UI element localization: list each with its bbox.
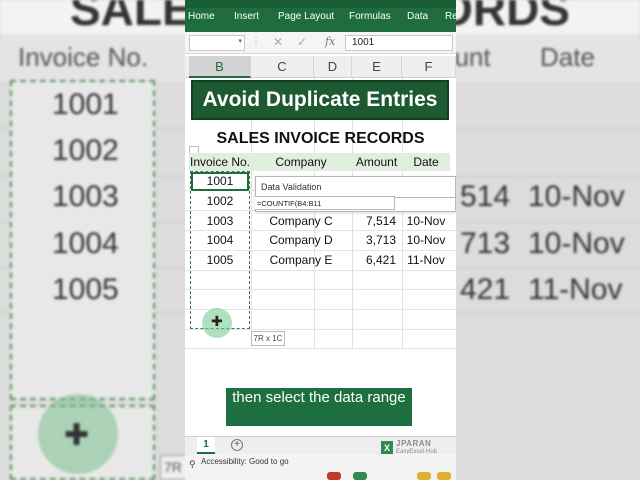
accessibility-status[interactable]: Accessibility: Good to go — [201, 457, 289, 466]
enter-check-icon[interactable]: ✓ — [297, 35, 307, 49]
table-cell-amount[interactable]: 7,514 — [351, 212, 402, 231]
header-amount: Amount — [351, 153, 402, 171]
cross-cursor-icon: ✚ — [211, 313, 223, 329]
subtitle-caption: then select the data range — [226, 388, 412, 426]
bg-header-invoice: Invoice No. — [18, 42, 149, 72]
tab-formulas[interactable]: Formulas — [349, 11, 391, 22]
taskbar-app-icon[interactable] — [437, 472, 451, 480]
table-cell-company[interactable]: Company E — [251, 251, 351, 270]
column-header-e[interactable]: E — [352, 56, 402, 78]
table-cell-amount[interactable]: 3,713 — [351, 231, 402, 250]
taskbar — [185, 470, 456, 480]
column-header-c[interactable]: C — [251, 56, 314, 78]
more-dots-icon: ⋮ — [251, 36, 261, 47]
excel-logo-icon: X — [381, 441, 393, 455]
table-cell-amount[interactable]: 6,421 — [351, 251, 402, 270]
title-banner: Avoid Duplicate Entries — [191, 80, 449, 120]
sheet-title: SALES INVOICE RECORDS — [216, 130, 425, 147]
bg-amount: 713 — [460, 227, 511, 260]
add-sheet-icon[interactable]: + — [231, 439, 243, 451]
bg-amount: 421 — [460, 273, 511, 306]
formula-bar: ▾ ⋮ ✕ ✓ fx 1001 — [185, 32, 456, 54]
column-header-b[interactable]: B — [189, 56, 251, 78]
tab-insert[interactable]: Insert — [234, 11, 259, 22]
chevron-down-icon[interactable]: ▾ — [238, 37, 242, 45]
table-cell-company[interactable]: Company D — [251, 231, 351, 250]
name-box[interactable]: ▾ — [189, 35, 245, 51]
ribbon: Home Insert Page Layout Formulas Data Re — [185, 0, 456, 32]
tab-home[interactable]: Home — [188, 11, 215, 22]
cancel-icon[interactable]: ✕ — [273, 35, 283, 49]
excel-panel: Home Insert Page Layout Formulas Data Re… — [185, 0, 456, 480]
table-cell-date[interactable]: 10-Nov — [402, 212, 450, 231]
bg-value: 1002 — [52, 134, 119, 167]
sheet-tab-1[interactable]: 1 — [197, 437, 215, 454]
active-cell[interactable] — [191, 172, 249, 191]
bg-value: 1001 — [52, 88, 119, 121]
bg-value: 1004 — [52, 227, 119, 260]
tab-page-layout[interactable]: Page Layout — [278, 11, 334, 22]
bg-value: 1003 — [52, 180, 119, 213]
table-cell-company[interactable]: Company C — [251, 212, 351, 231]
watermark-name: JPARAN — [396, 439, 432, 448]
bg-cross-cursor-icon: ✚ — [64, 419, 90, 452]
tab-review[interactable]: Re — [445, 11, 456, 22]
taskbar-app-icon[interactable] — [353, 472, 367, 480]
selection-size-tooltip: 7R x 1C — [251, 331, 285, 346]
taskbar-app-icon[interactable] — [417, 472, 431, 480]
table-cell-date[interactable]: 11-Nov — [402, 251, 450, 270]
bg-date: 10-Nov — [528, 227, 625, 260]
column-headers: B C D E F — [185, 56, 456, 78]
bg-amount: 514 — [460, 180, 511, 213]
header-company: Company — [251, 153, 351, 171]
selection-range[interactable] — [190, 171, 250, 329]
taskbar-app-icon[interactable] — [327, 472, 341, 480]
header-date: Date — [402, 153, 450, 171]
status-bar: ⚲ Accessibility: Good to go — [185, 454, 456, 470]
validation-formula-input[interactable]: =COUNTIF(B4:B11 — [255, 196, 395, 210]
bg-header-date: Date — [540, 42, 595, 72]
table-cell-date[interactable]: 10-Nov — [402, 231, 450, 250]
insert-function-icon[interactable]: fx — [325, 35, 335, 48]
bg-value: 1005 — [52, 273, 119, 306]
column-header-f[interactable]: F — [402, 56, 456, 78]
formula-input[interactable]: 1001 — [345, 35, 453, 51]
header-invoice: Invoice No. — [189, 153, 251, 171]
bg-date: 10-Nov — [528, 180, 625, 213]
tab-data[interactable]: Data — [407, 11, 428, 22]
bg-date: 11-Nov — [528, 273, 623, 306]
column-header-d[interactable]: D — [314, 56, 352, 78]
data-validation-title: Data Validation — [261, 182, 322, 192]
